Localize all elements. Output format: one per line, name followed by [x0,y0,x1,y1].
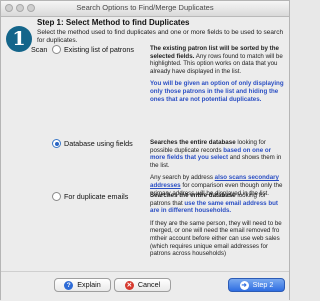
radio-existing-list[interactable] [52,45,61,54]
cancel-button[interactable]: ✕ Cancel [114,278,171,292]
existing-list-desc-blue: You will be given an option of only disp… [150,80,284,103]
option-label-existing-list: Existing list of patrons [64,45,134,54]
database-desc2-start: Any search by address [150,174,215,182]
radio-database-fields[interactable] [52,139,61,148]
option-description-existing-list: The existing patron list will be sorted … [150,45,285,103]
database-desc-bold: Searches the entire database [150,139,236,146]
cancel-icon: ✕ [124,280,134,290]
option-label-database-fields: Database using fields [64,139,133,148]
step-number-badge: 1 [6,26,32,52]
option-description-database-fields: Searches the entire database looking for… [150,139,285,197]
option-description-duplicate-emails: Searches the entire database looking for… [150,192,285,258]
dialog-window: Search Options to Find/Merge Duplicates … [0,0,290,301]
emails-desc-bold: Searches the entire database [150,192,236,199]
scan-label: Scan [31,45,48,54]
cancel-button-label: Cancel [137,280,161,289]
title-bar: Search Options to Find/Merge Duplicates [1,1,289,17]
explain-button[interactable]: ? Explain [54,278,111,292]
window-title: Search Options to Find/Merge Duplicates [76,3,214,12]
explain-button-label: Explain [77,280,101,289]
step-2-button[interactable]: ➜ Step 2 [228,278,285,292]
step-heading: Step 1: Select Method to find Duplicates [37,18,190,27]
radio-duplicate-emails[interactable] [52,192,61,201]
step-2-button-label: Step 2 [252,280,274,289]
emails-desc2: If they are the same person, they will n… [150,219,282,258]
arrow-right-icon: ➜ [239,280,249,290]
help-icon: ? [64,280,74,290]
step-instructions: Select the method used to find duplicate… [37,29,284,44]
option-label-duplicate-emails: For duplicate emails [64,192,129,201]
